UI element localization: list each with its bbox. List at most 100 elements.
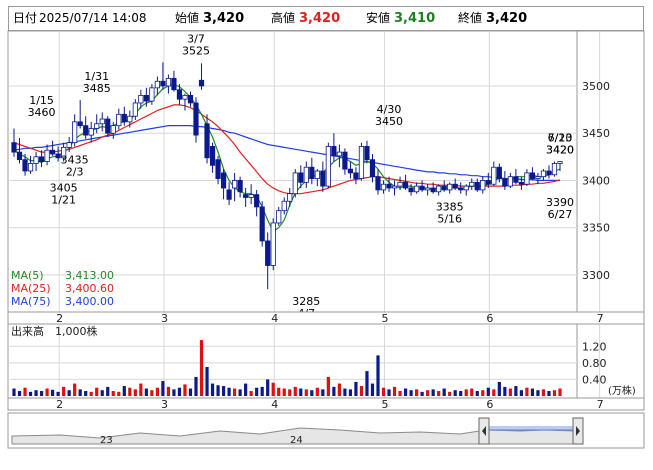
- volume-bar: [288, 389, 292, 396]
- volume-bar: [492, 389, 496, 396]
- volume-bar: [28, 391, 33, 396]
- candle-body: [143, 95, 149, 102]
- month-label: 6: [486, 398, 493, 411]
- navigator-left-handle[interactable]: [478, 417, 490, 445]
- legend-value: 3,413.00: [65, 269, 114, 282]
- volume-bar: [183, 384, 187, 396]
- candle-body: [447, 183, 453, 191]
- price-tick-label: 3500: [582, 80, 610, 93]
- volume-bar: [100, 390, 104, 396]
- candle-body: [160, 80, 166, 87]
- volume-bar: [172, 389, 176, 396]
- candle-body: [127, 115, 133, 123]
- price-tick-label: 3300: [582, 269, 610, 282]
- volume-bar: [332, 386, 336, 396]
- candle-body: [513, 176, 519, 183]
- candle-body: [419, 185, 425, 191]
- price-tick-label: 3400: [582, 174, 610, 187]
- candle-body: [99, 118, 105, 125]
- legend-value: 3,400.00: [65, 295, 114, 308]
- volume-bar: [210, 383, 215, 396]
- candle-body: [171, 78, 177, 91]
- candle-body: [209, 146, 216, 166]
- month-label: 7: [597, 398, 604, 411]
- volume-bar: [381, 387, 386, 396]
- candle-body: [463, 185, 469, 191]
- candle-body: [248, 194, 254, 198]
- candle-body: [38, 156, 45, 162]
- volume-bar: [558, 388, 562, 396]
- volume-bar: [233, 388, 237, 396]
- candle-body: [529, 172, 536, 179]
- volume-bar: [541, 389, 546, 396]
- candle-body: [72, 121, 78, 144]
- candle-body: [116, 113, 122, 127]
- volume-bar: [139, 383, 143, 396]
- annotation-price: 3460: [28, 106, 56, 119]
- candle-body: [66, 142, 72, 148]
- volume-bar: [166, 386, 171, 396]
- candle-body: [496, 166, 502, 179]
- candle-body: [502, 178, 508, 187]
- candle-body: [402, 181, 409, 189]
- volume-bar: [326, 376, 330, 396]
- month-label: 4: [271, 398, 278, 411]
- candle-body: [386, 183, 392, 189]
- volume-bar: [464, 389, 468, 396]
- volume-bar: [34, 390, 38, 396]
- volume-bar: [486, 387, 490, 396]
- candle-body: [408, 187, 414, 193]
- volume-bar: [475, 391, 479, 396]
- volume-bar: [221, 386, 226, 396]
- volume-bar: [365, 371, 369, 396]
- volume-bar: [78, 389, 82, 396]
- volume-bar: [376, 355, 380, 396]
- month-label: 4: [271, 312, 278, 325]
- volume-tick-label: 0.80: [582, 357, 607, 370]
- candle-body: [237, 180, 243, 193]
- volume-bar: [128, 387, 132, 396]
- candle-body: [414, 185, 420, 193]
- candle-body: [198, 79, 205, 87]
- volume-bar: [514, 386, 518, 396]
- volume-bar: [392, 386, 397, 396]
- candle-body: [138, 95, 144, 104]
- candle-body: [105, 118, 111, 134]
- volume-title: 出来高 1,000株: [11, 324, 98, 338]
- candle-body: [259, 206, 265, 242]
- volume-bar: [321, 389, 325, 396]
- candle-body: [325, 146, 331, 187]
- month-axis-2: [7, 397, 645, 411]
- legend-label: MA(75): [11, 295, 51, 308]
- volume-bar: [51, 389, 55, 396]
- candle-body: [540, 170, 547, 178]
- volume-bar: [23, 387, 27, 396]
- candle-body: [314, 170, 320, 179]
- candle-body: [557, 161, 563, 164]
- month-label: 7: [597, 312, 604, 325]
- volume-bar: [133, 389, 137, 396]
- volume-unit: (万株): [608, 384, 636, 397]
- candle-body: [441, 185, 447, 191]
- volume-bar: [45, 388, 49, 396]
- candle-body: [397, 181, 403, 187]
- month-label: 3: [161, 312, 168, 325]
- volume-bar: [398, 391, 402, 396]
- navigator-right-handle[interactable]: [572, 417, 584, 445]
- candle-body: [27, 163, 34, 172]
- volume-bar: [547, 391, 551, 396]
- month-axis-1: [7, 311, 645, 325]
- candle-body: [287, 193, 293, 202]
- candle-body: [132, 102, 138, 117]
- candle-body: [458, 187, 464, 191]
- stock-chart: 33003350340034503500 1/1534601/3134853/7…: [7, 30, 645, 449]
- volume-bar: [359, 386, 364, 396]
- candle-body: [546, 170, 552, 176]
- volume-bar: [442, 388, 446, 396]
- candle-body: [83, 125, 89, 136]
- volume-bar: [310, 390, 314, 396]
- volume-bar: [155, 387, 159, 396]
- candle-body: [176, 89, 183, 100]
- candle-body: [485, 180, 491, 185]
- volume-bar: [304, 389, 308, 396]
